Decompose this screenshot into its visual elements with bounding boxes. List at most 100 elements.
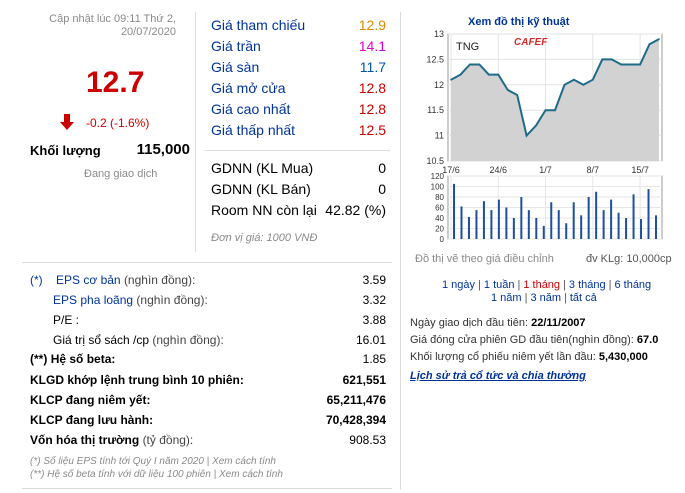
price-point xyxy=(497,73,500,76)
foreign-row-value: 42.82 (%) xyxy=(325,202,386,218)
volume-bar xyxy=(640,219,643,239)
volume-y-tick-label: 80 xyxy=(435,193,444,202)
price-point xyxy=(488,73,490,76)
price-row-value: 14.1 xyxy=(358,38,386,54)
range-1-week[interactable]: 1 tuần xyxy=(484,279,515,291)
info-label: Giá đóng cửa phiên GD đầu tiên(nghìn đồn… xyxy=(410,334,634,346)
stat-value: 1.85 xyxy=(362,352,386,366)
volume-bar xyxy=(625,218,628,239)
range-1-day[interactable]: 1 ngày xyxy=(442,279,475,291)
stat-row-avg-volume: KLGD khớp lệnh trung bình 10 phiên: 621,… xyxy=(30,373,386,393)
stat-row-listed-shares: KLCP đang niêm yết: 65,211,476 xyxy=(30,393,386,413)
price-row-open: Giá mở cửa 12.8 xyxy=(211,80,386,101)
chart-note-volume-unit: đv KLg: 10,000cp xyxy=(586,253,672,265)
volume-bar xyxy=(475,210,478,239)
price-point xyxy=(639,63,641,66)
price-point xyxy=(648,43,651,45)
price-point xyxy=(582,84,585,86)
volume-bar xyxy=(520,197,523,239)
stat-value: 3.32 xyxy=(362,293,386,307)
price-y-tick-label: 11.5 xyxy=(427,105,444,115)
range-1-month[interactable]: 1 tháng xyxy=(523,279,560,291)
price-row-value: 12.8 xyxy=(358,101,386,117)
volume-bar xyxy=(505,207,508,239)
volume-bar xyxy=(602,210,605,239)
foreign-row-label: GDNN (KL Mua) xyxy=(211,160,314,176)
stat-suffix: (tỷ đồng): xyxy=(142,433,194,447)
foreign-row-label: Room NN còn lại xyxy=(211,202,317,218)
stat-value: 3.59 xyxy=(362,273,386,287)
price-point xyxy=(478,63,481,66)
foreign-row-label: GDNN (KL Bán) xyxy=(211,181,311,197)
stat-label: Hệ số beta: xyxy=(50,352,116,366)
price-row-low: Giá thấp nhất 12.5 xyxy=(211,122,386,143)
volume-bar xyxy=(490,210,493,239)
update-timestamp-line2: 20/07/2020 xyxy=(120,26,176,38)
price-y-tick-label: 13 xyxy=(434,29,444,39)
price-point xyxy=(601,58,604,61)
range-selector-row1: 1 ngày | 1 tuần | 1 tháng | 3 tháng | 6 tháng xyxy=(442,279,652,291)
price-table-divider xyxy=(205,150,390,151)
range-3-months[interactable]: 3 tháng xyxy=(569,279,606,291)
range-1-year[interactable]: 1 năm xyxy=(491,292,522,304)
stat-label: EPS pha loãng xyxy=(53,293,134,307)
bottom-divider xyxy=(22,488,392,489)
dividend-history-link[interactable]: Lịch sử trả cổ tức và chia thưởng xyxy=(410,370,586,382)
price-point xyxy=(610,58,613,61)
stat-label: KLCP đang niêm yết: xyxy=(30,393,151,407)
stat-value: 621,551 xyxy=(342,373,386,387)
range-6-months[interactable]: 6 tháng xyxy=(614,279,651,291)
volume-y-tick-label: 20 xyxy=(435,225,444,234)
price-row-value: 11.7 xyxy=(359,59,386,75)
info-label: Ngày giao dịch đầu tiên: xyxy=(410,317,529,329)
volume-bar xyxy=(565,223,568,239)
volume-bar xyxy=(610,199,613,239)
trading-status: Đang giao dịch xyxy=(84,168,158,180)
price-row-label: Giá thấp nhất xyxy=(211,122,296,138)
volume-bar xyxy=(557,210,560,239)
price-point xyxy=(573,78,575,81)
price-chart[interactable]: 1312.51211.51110.5 17/6 24/6 1/7 8/7 15/7 12… xyxy=(400,26,685,248)
stat-row-beta: (**) Hệ số beta: 1.85 xyxy=(30,352,386,372)
range-3-years[interactable]: 3 năm xyxy=(530,292,561,304)
stat-row-outstanding-shares: KLCP đang lưu hành: 70,428,394 xyxy=(30,413,386,433)
price-row-value: 12.5 xyxy=(358,122,386,138)
footnotes: (*) Số liệu EPS tính tới Quý I năm 2020 … xyxy=(30,455,283,481)
footnote-eps: (*) Số liệu EPS tính tới Quý I năm 2020 … xyxy=(30,455,283,468)
stat-row-eps-basic: (*) EPS cơ bản (nghìn đồng): 3.59 xyxy=(30,273,386,293)
price-point xyxy=(629,63,632,66)
volume-bar xyxy=(527,210,530,239)
info-first-trading-day: Ngày giao dịch đầu tiên: 22/11/2007 xyxy=(410,317,586,329)
price-y-tick-label: 11 xyxy=(435,131,444,141)
volume-bar xyxy=(535,218,538,239)
stat-prefix: (**) xyxy=(30,352,48,366)
x-tick-label: 24/6 xyxy=(490,165,508,175)
volume-bar xyxy=(580,215,583,239)
stat-suffix: (nghìn đồng): xyxy=(136,293,208,307)
price-row-label: Giá trần xyxy=(211,38,261,54)
stat-value: 16.01 xyxy=(355,333,386,347)
volume-y-tick-label: 120 xyxy=(431,172,445,181)
stat-row-market-cap: Vốn hóa thị trường (tỷ đồng): 908.53 xyxy=(30,433,386,453)
price-change-value: -0.2 (-1.6%) xyxy=(86,116,150,130)
stat-suffix: (nghìn đồng): xyxy=(123,273,196,287)
price-point xyxy=(563,84,566,86)
x-tick-label: 15/7 xyxy=(631,165,649,175)
price-row-label: Giá mở cửa xyxy=(211,80,286,96)
volume-value: 115,000 xyxy=(136,141,190,158)
volume-bar xyxy=(467,216,470,239)
volume-bar xyxy=(595,191,598,239)
section-divider xyxy=(22,262,392,263)
beta-method-link[interactable]: Xem cách tính xyxy=(219,469,283,480)
stat-value: 70,428,394 xyxy=(325,413,386,427)
range-all[interactable]: tất cả xyxy=(570,292,597,304)
price-row-floor: Giá sàn 11.7 xyxy=(211,59,386,80)
foreign-row-value: 0 xyxy=(378,160,386,176)
arrow-down-icon xyxy=(60,114,74,130)
eps-method-link[interactable]: Xem cách tính xyxy=(212,456,276,467)
volume-bar xyxy=(542,225,545,239)
update-timestamp: Cập nhật lúc 09:11 Thứ 2, 20/07/2020 xyxy=(8,13,176,39)
price-point xyxy=(469,63,471,66)
unit-note: Đơn vị giá: 1000 VNĐ xyxy=(211,232,318,244)
info-value: 5,430,000 xyxy=(598,351,648,363)
